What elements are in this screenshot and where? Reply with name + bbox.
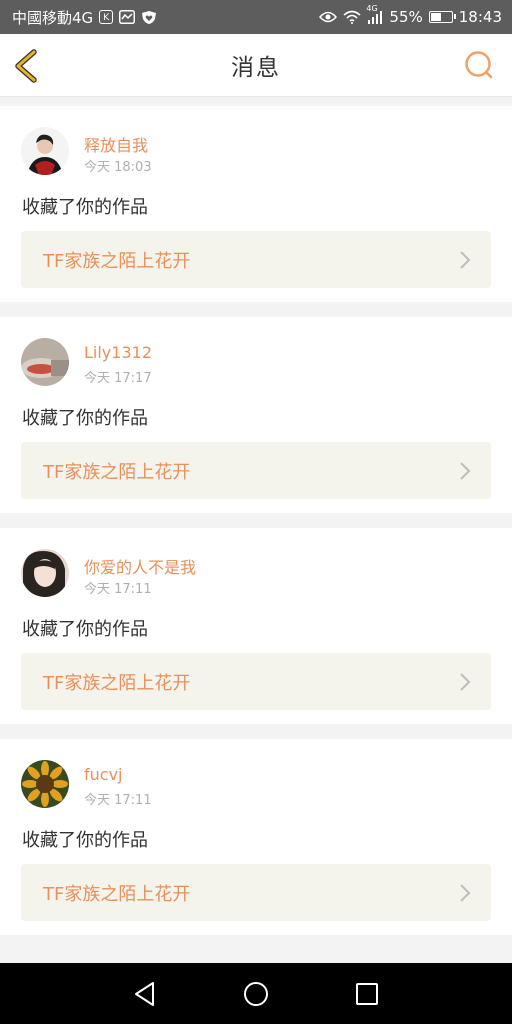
chevron-right-icon — [460, 462, 471, 480]
work-title: TF家族之陌上花开 — [43, 461, 191, 483]
message-card: 释放自我 今天 18:03 收藏了你的作品 TF家族之陌上花开 — [0, 106, 512, 302]
wifi-icon — [343, 10, 361, 24]
status-time: 18:43 — [458, 8, 502, 26]
battery-fill — [430, 13, 441, 21]
status-bar: 中國移動4G K 4G 55% 18:43 — [0, 0, 512, 34]
back-button[interactable] — [12, 48, 42, 84]
home-circle-icon — [243, 981, 268, 1006]
battery-icon — [428, 11, 456, 23]
recents-square-icon — [355, 982, 378, 1005]
message-card: 你爱的人不是我 今天 17:11 收藏了你的作品 TF家族之陌上花开 — [0, 528, 512, 724]
avatar[interactable] — [21, 127, 69, 175]
navigation-bar — [0, 963, 512, 1024]
back-chevron-icon — [15, 49, 37, 83]
work-link[interactable]: TF家族之陌上花开 — [21, 864, 491, 921]
message-list: 释放自我 今天 18:03 收藏了你的作品 TF家族之陌上花开 Lily1312… — [0, 106, 512, 950]
chevron-right-icon — [460, 251, 471, 269]
carrier-label: 中國移動4G — [12, 8, 94, 27]
network-label: 4G — [366, 4, 378, 13]
nav-back-button[interactable] — [128, 977, 162, 1011]
search-button[interactable] — [464, 50, 494, 80]
chevron-right-icon — [460, 884, 471, 902]
nav-home-button[interactable] — [239, 977, 273, 1011]
message-time: 今天 17:11 — [84, 582, 152, 597]
message-time: 今天 18:03 — [84, 160, 152, 175]
avatar[interactable] — [21, 549, 69, 597]
activity-icon — [119, 10, 136, 24]
message-time: 今天 17:17 — [84, 371, 152, 386]
work-title: TF家族之陌上花开 — [43, 250, 191, 272]
k-badge-icon: K — [99, 10, 114, 24]
battery-percent: 55% — [389, 8, 423, 26]
signal-icon: 4G — [366, 4, 383, 24]
eye-icon — [319, 11, 338, 23]
message-action: 收藏了你的作品 — [22, 197, 148, 218]
username[interactable]: Lily1312 — [84, 343, 152, 362]
message-time: 今天 17:11 — [84, 793, 152, 808]
search-icon — [465, 51, 493, 79]
header: 消息 — [0, 34, 512, 97]
work-link[interactable]: TF家族之陌上花开 — [21, 442, 491, 499]
message-card: Lily1312 今天 17:17 收藏了你的作品 TF家族之陌上花开 — [0, 317, 512, 513]
avatar[interactable] — [21, 760, 69, 808]
work-link[interactable]: TF家族之陌上花开 — [21, 231, 491, 288]
message-card: fucvj 今天 17:11 收藏了你的作品 TF家族之陌上花开 — [0, 739, 512, 935]
message-action: 收藏了你的作品 — [22, 830, 148, 851]
heart-shield-icon — [141, 10, 157, 25]
avatar[interactable] — [21, 338, 69, 386]
nav-recents-button[interactable] — [350, 977, 384, 1011]
work-title: TF家族之陌上花开 — [43, 672, 191, 694]
message-action: 收藏了你的作品 — [22, 408, 148, 429]
chevron-right-icon — [460, 673, 471, 691]
work-link[interactable]: TF家族之陌上花开 — [21, 653, 491, 710]
message-action: 收藏了你的作品 — [22, 619, 148, 640]
work-title: TF家族之陌上花开 — [43, 883, 191, 905]
username[interactable]: fucvj — [84, 765, 122, 784]
username[interactable]: 你爱的人不是我 — [84, 554, 196, 578]
page-title: 消息 — [231, 55, 281, 81]
back-triangle-icon — [135, 981, 155, 1006]
username[interactable]: 释放自我 — [84, 132, 148, 156]
